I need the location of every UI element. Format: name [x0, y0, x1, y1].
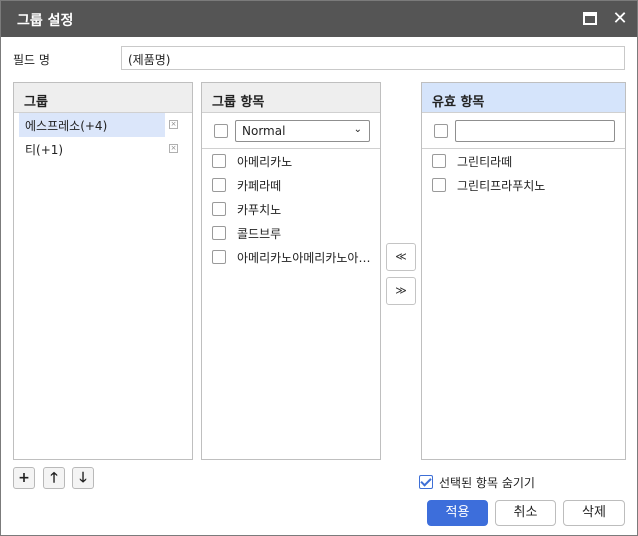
dialog-title: 그룹 설정: [17, 13, 74, 29]
list-item[interactable]: 카푸치노: [202, 197, 380, 221]
item-checkbox[interactable]: [212, 202, 226, 216]
item-label: 카페라떼: [237, 179, 282, 193]
group-item-label: 티(+1): [25, 143, 64, 157]
group-item-espresso[interactable]: 에스프레소(+4) ×: [14, 113, 192, 137]
item-label: 그린티프라푸치노: [457, 179, 546, 193]
valid-items-search-input[interactable]: [455, 120, 615, 142]
close-icon[interactable]: ✕: [609, 7, 631, 31]
delete-button[interactable]: 삭제: [563, 500, 625, 526]
list-item[interactable]: 아메리카노: [202, 149, 380, 173]
list-item[interactable]: 그린티라떼: [422, 149, 625, 173]
group-item-tea[interactable]: 티(+1) ×: [14, 137, 192, 161]
maximize-icon[interactable]: [583, 12, 597, 25]
list-item[interactable]: 콜드브루: [202, 221, 380, 245]
item-checkbox[interactable]: [212, 178, 226, 192]
valid-items-filter-row: [422, 113, 625, 149]
field-name-label: 필드 명: [13, 53, 50, 67]
group-items-filter-select[interactable]: Normal ⌄: [235, 120, 370, 142]
list-item[interactable]: 그린티프라푸치노: [422, 173, 625, 197]
move-up-button[interactable]: 🡑: [43, 467, 65, 489]
apply-button[interactable]: 적용: [427, 500, 488, 526]
group-items-filter-row: Normal ⌄: [202, 113, 380, 149]
item-label: 아메리카노아메리카노아메리카노: [237, 251, 376, 265]
field-name-input[interactable]: (제품명): [121, 46, 625, 70]
move-down-button[interactable]: 🡓: [72, 467, 94, 489]
move-to-valid-button[interactable]: ≫: [386, 277, 416, 305]
select-all-valid-items-checkbox[interactable]: [434, 124, 448, 138]
item-checkbox[interactable]: [432, 154, 446, 168]
groups-panel-header: 그룹: [14, 83, 192, 113]
item-label: 그린티라떼: [457, 155, 513, 169]
select-all-group-items-checkbox[interactable]: [214, 124, 228, 138]
groups-panel: 그룹 에스프레소(+4) × 티(+1) ×: [13, 82, 193, 460]
remove-group-icon[interactable]: ×: [169, 144, 178, 153]
group-item-label: 에스프레소(+4): [25, 119, 108, 133]
group-items-panel-header: 그룹 항목: [202, 83, 380, 113]
add-group-button[interactable]: +: [13, 467, 35, 489]
valid-items-panel: 유효 항목 그린티라떼 그린티프라푸치노: [421, 82, 626, 460]
remove-group-icon[interactable]: ×: [169, 120, 178, 129]
chevron-down-icon: ⌄: [353, 124, 362, 135]
group-settings-dialog: 그룹 설정 ✕ 필드 명 (제품명) 그룹 에스프레소(+4) × 티(+1) …: [0, 0, 638, 536]
item-checkbox[interactable]: [212, 154, 226, 168]
group-items-panel: 그룹 항목 Normal ⌄ 아메리카노 카페라떼 카푸치노 콜드브루 아메리카…: [201, 82, 381, 460]
item-checkbox[interactable]: [432, 178, 446, 192]
dialog-titlebar[interactable]: 그룹 설정 ✕: [1, 1, 637, 37]
item-checkbox[interactable]: [212, 226, 226, 240]
hide-selected-label: 선택된 항목 숨기기: [439, 476, 535, 490]
cancel-button[interactable]: 취소: [495, 500, 556, 526]
item-label: 콜드브루: [237, 227, 282, 241]
item-checkbox[interactable]: [212, 250, 226, 264]
group-list: 에스프레소(+4) × 티(+1) ×: [14, 113, 192, 161]
item-label: 아메리카노: [237, 155, 293, 169]
list-item[interactable]: 아메리카노아메리카노아메리카노: [202, 245, 380, 269]
move-to-group-button[interactable]: ≪: [386, 243, 416, 271]
list-item[interactable]: 카페라떼: [202, 173, 380, 197]
valid-items-panel-header: 유효 항목: [422, 83, 625, 113]
hide-selected-checkbox[interactable]: [419, 475, 433, 489]
select-value: Normal: [242, 124, 286, 138]
item-label: 카푸치노: [237, 203, 282, 217]
